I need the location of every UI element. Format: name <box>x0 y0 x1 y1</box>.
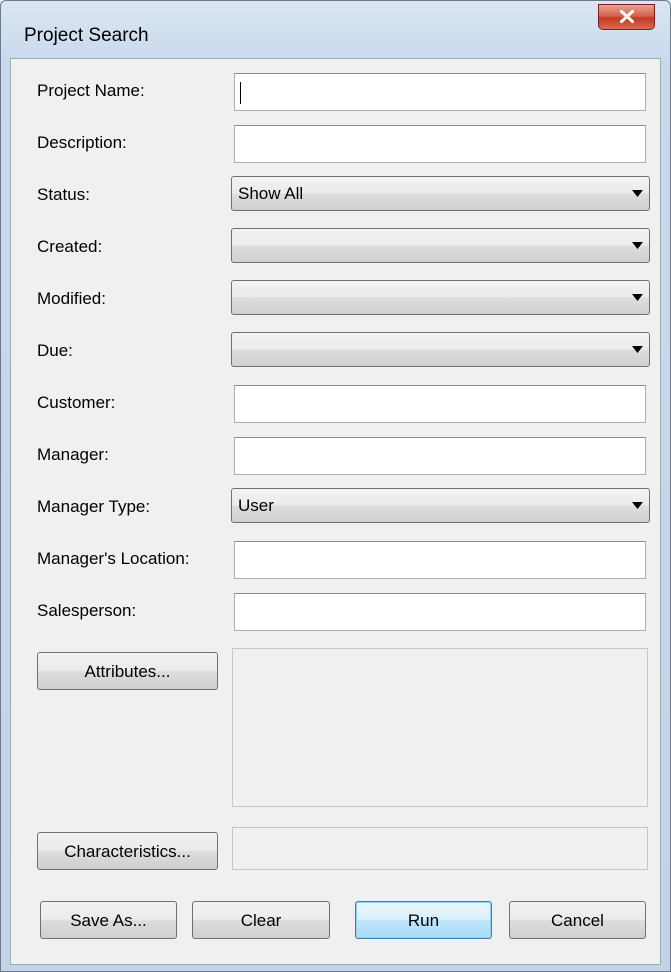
clear-button[interactable]: Clear <box>192 901 330 939</box>
chevron-down-icon <box>632 294 643 301</box>
save-as-button[interactable]: Save As... <box>40 901 177 939</box>
dialog-body: Project Name: Description: Status: Show … <box>10 58 661 965</box>
run-button[interactable]: Run <box>355 901 492 939</box>
characteristics-panel <box>232 827 648 870</box>
close-icon <box>620 10 634 23</box>
manager-type-label: Manager Type: <box>37 497 151 516</box>
project-name-label: Project Name: <box>37 81 145 100</box>
close-button[interactable] <box>598 4 655 30</box>
created-select[interactable] <box>231 228 650 263</box>
due-select[interactable] <box>231 332 650 367</box>
salesperson-label: Salesperson: <box>37 601 137 620</box>
salesperson-input[interactable] <box>234 593 646 631</box>
modified-label: Modified: <box>37 289 106 308</box>
chevron-down-icon <box>632 190 643 197</box>
attributes-button[interactable]: Attributes... <box>37 652 218 690</box>
description-input[interactable] <box>234 125 646 163</box>
manager-type-select[interactable]: User <box>231 488 650 523</box>
attributes-panel <box>232 648 648 807</box>
managers-location-label: Manager's Location: <box>37 549 190 568</box>
modified-select[interactable] <box>231 280 650 315</box>
managers-location-input[interactable] <box>234 541 646 579</box>
description-label: Description: <box>37 133 127 152</box>
project-name-input[interactable] <box>234 73 646 111</box>
chevron-down-icon <box>632 242 643 249</box>
cancel-button[interactable]: Cancel <box>509 901 646 939</box>
title-bar[interactable]: Project Search <box>1 1 670 59</box>
manager-input[interactable] <box>234 437 646 475</box>
manager-type-value: User <box>238 496 274 515</box>
chevron-down-icon <box>632 346 643 353</box>
project-search-dialog: Project Search Project Name: Description… <box>0 0 671 972</box>
chevron-down-icon <box>632 502 643 509</box>
created-label: Created: <box>37 237 103 256</box>
status-value: Show All <box>238 184 304 203</box>
customer-label: Customer: <box>37 393 116 412</box>
manager-label: Manager: <box>37 445 109 464</box>
due-label: Due: <box>37 341 73 360</box>
dialog-title: Project Search <box>24 25 149 46</box>
characteristics-button[interactable]: Characteristics... <box>37 832 218 870</box>
customer-input[interactable] <box>234 385 646 423</box>
status-label: Status: <box>37 185 90 204</box>
status-select[interactable]: Show All <box>231 176 650 211</box>
text-caret <box>240 82 241 104</box>
